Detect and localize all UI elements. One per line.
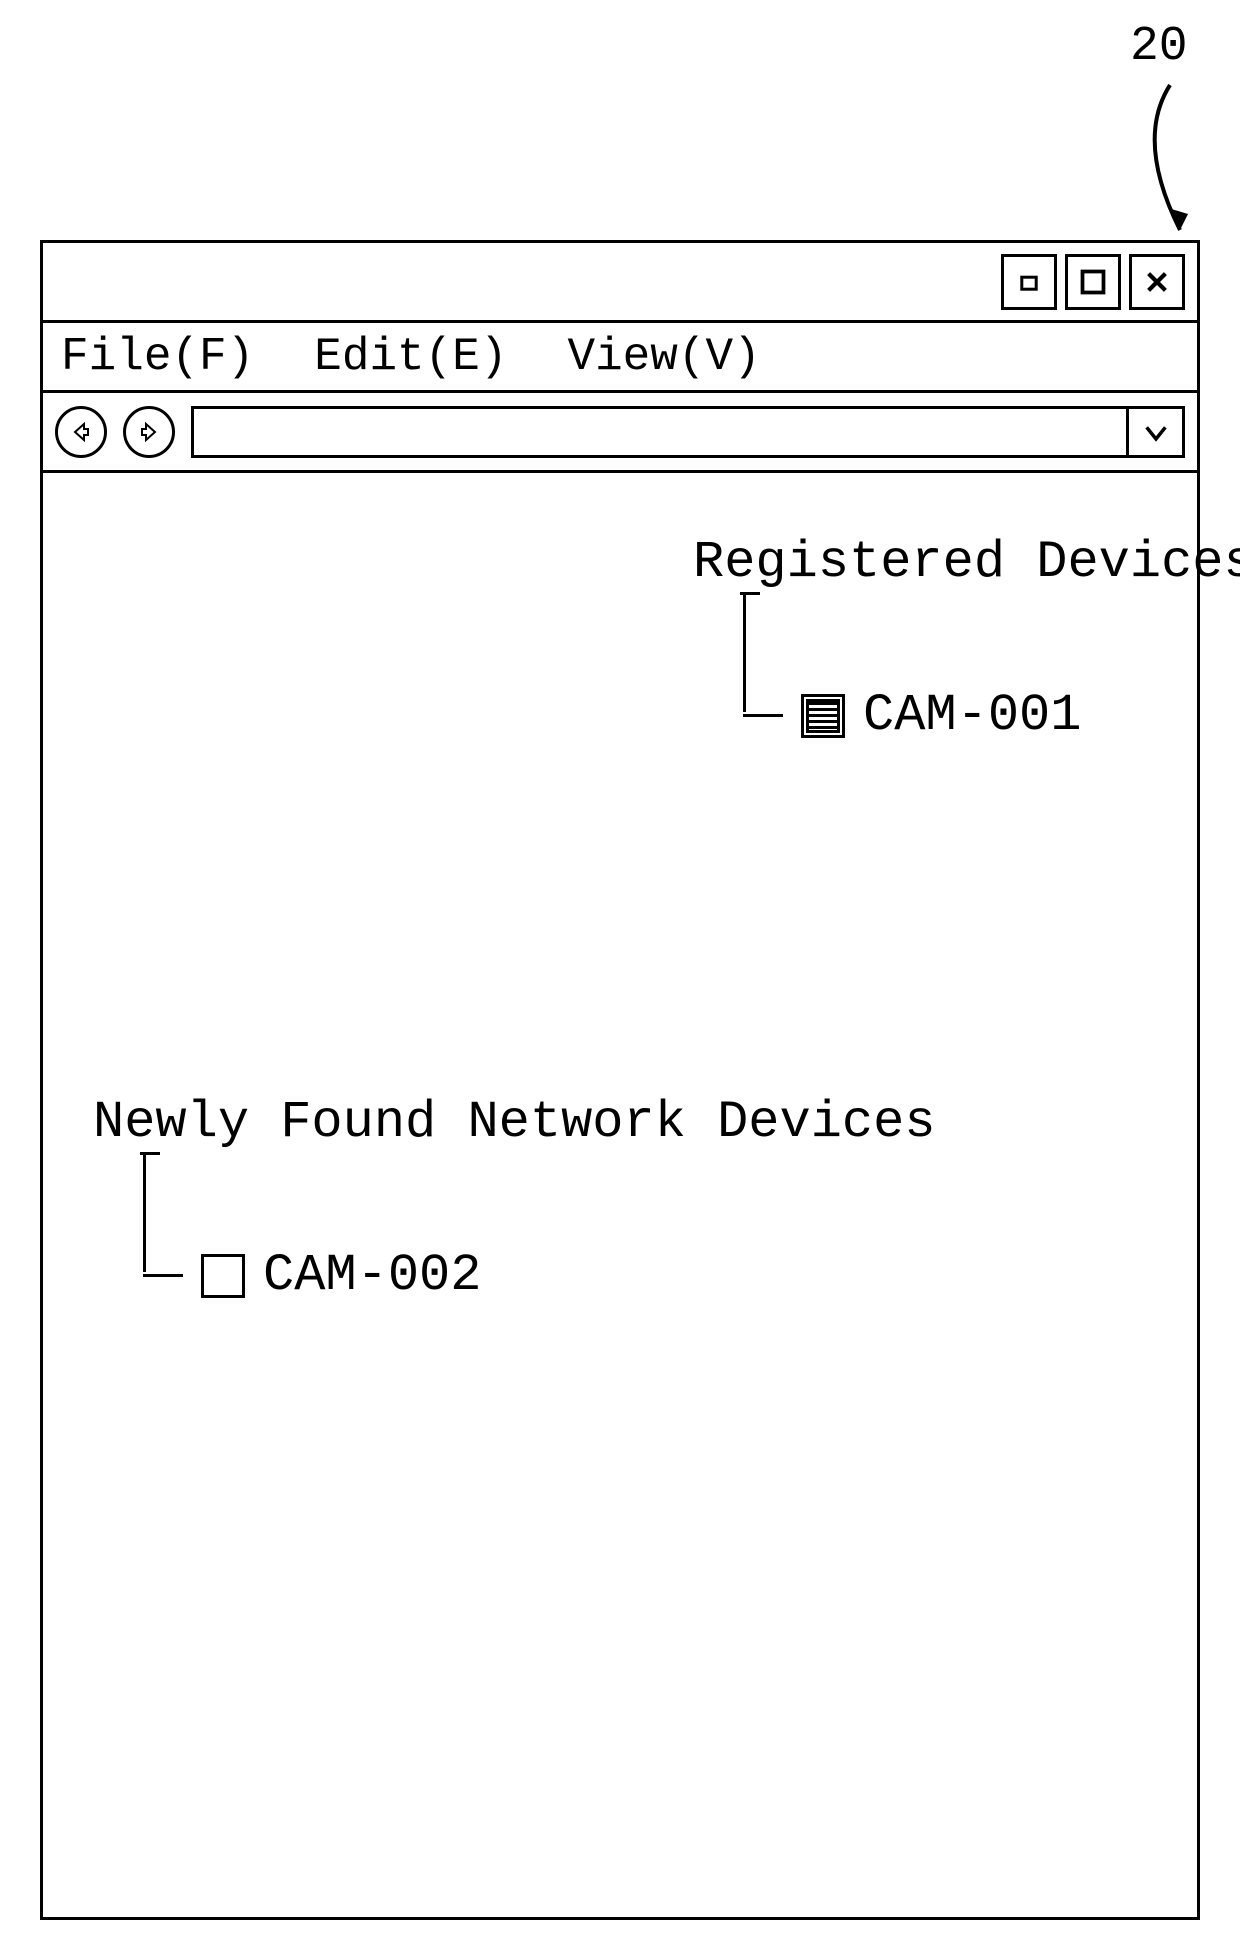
device-name[interactable]: CAM-002: [263, 1246, 481, 1305]
newly-found-devices-group: Newly Found Network Devices CAM-002: [93, 1093, 936, 1152]
menu-edit[interactable]: Edit(E): [314, 331, 507, 383]
camera-empty-icon: [201, 1254, 245, 1298]
camera-filled-icon: [801, 694, 845, 738]
device-name[interactable]: CAM-001: [863, 686, 1081, 745]
menu-view[interactable]: View(V): [567, 331, 760, 383]
menubar: File(F) Edit(E) View(V): [43, 323, 1197, 393]
minimize-button[interactable]: [1001, 254, 1057, 310]
nav-forward-button[interactable]: [123, 406, 175, 458]
address-bar: [191, 406, 1185, 458]
callout-arrow: [1130, 80, 1200, 240]
maximize-button[interactable]: [1065, 254, 1121, 310]
tree-line: [143, 1274, 183, 1277]
toolbar: [43, 393, 1197, 473]
tree-line: [743, 714, 783, 717]
nav-back-button[interactable]: [55, 406, 107, 458]
titlebar: [43, 243, 1197, 323]
address-dropdown-button[interactable]: [1126, 409, 1182, 455]
registered-devices-group: Registered Devices CAM-001: [693, 533, 1240, 592]
chevron-down-icon: [1142, 418, 1170, 446]
group-label: Registered Devices: [693, 533, 1240, 592]
menu-file[interactable]: File(F): [61, 331, 254, 383]
figure-callout-number: 20: [1130, 20, 1188, 74]
close-button[interactable]: [1129, 254, 1185, 310]
group-label: Newly Found Network Devices: [93, 1093, 936, 1152]
application-window: File(F) Edit(E) View(V) Registered Devic…: [40, 240, 1200, 1920]
content-pane: Registered Devices CAM-001 Newly Found N…: [43, 473, 1197, 1917]
address-input[interactable]: [194, 409, 1126, 455]
